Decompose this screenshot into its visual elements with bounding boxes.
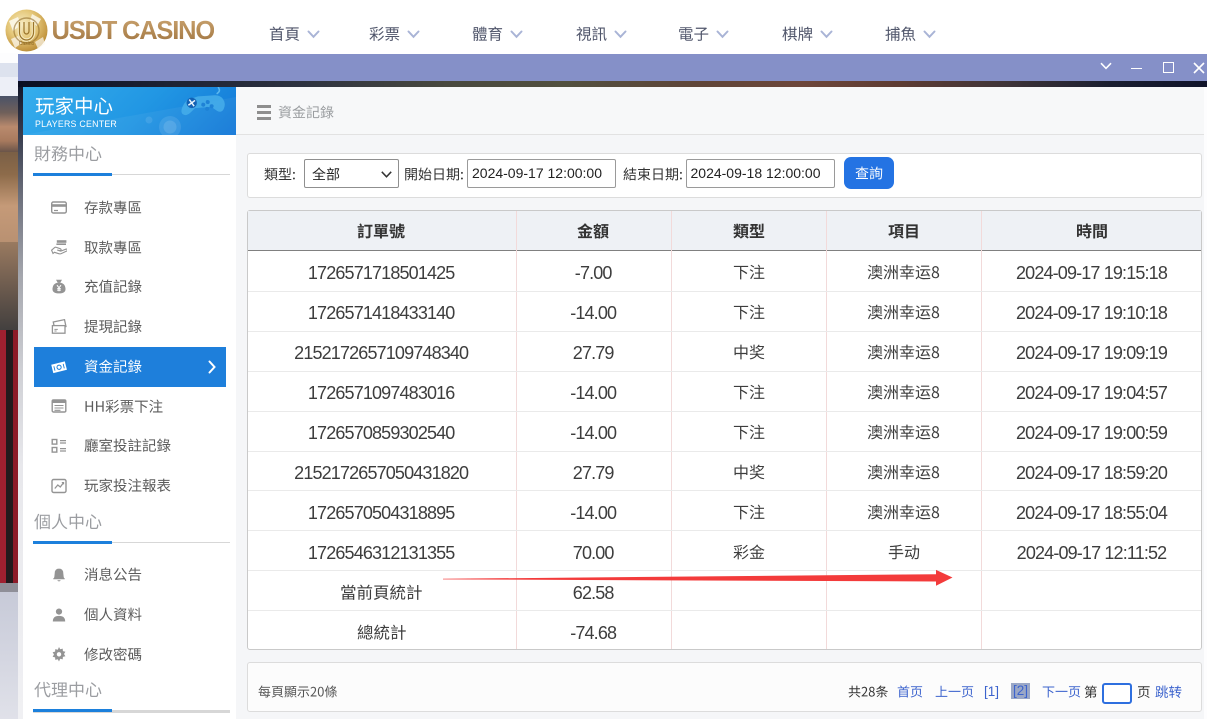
svg-text:Casino: Casino: [19, 41, 35, 47]
